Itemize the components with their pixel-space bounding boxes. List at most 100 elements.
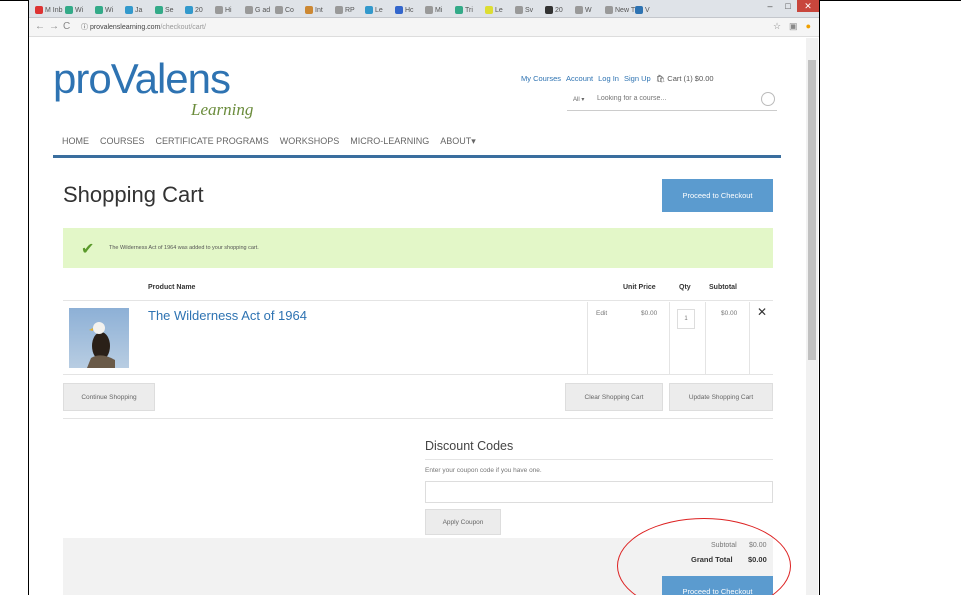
my-courses-link[interactable]: My Courses (521, 74, 561, 83)
coupon-code-input[interactable] (425, 481, 773, 503)
signup-link[interactable]: Sign Up (624, 74, 651, 83)
maximize-button[interactable]: □ (779, 0, 797, 12)
minimize-button[interactable]: – (761, 0, 779, 12)
tab-label: 20 (195, 6, 203, 14)
column-product-name: Product Name (148, 284, 196, 291)
subtotal-value: $0.00 (721, 310, 738, 317)
url-field[interactable]: ⓘ provalenslearning.com/checkout/cart/ (81, 22, 206, 32)
nav-about[interactable]: ABOUT▾ (440, 136, 476, 147)
browser-tab[interactable]: 20 (185, 3, 203, 17)
browser-tab[interactable]: M Inb (35, 3, 63, 17)
nav-micro-learning[interactable]: MICRO-LEARNING (350, 136, 429, 147)
browser-tab[interactable]: Wi (95, 3, 113, 17)
browser-tab[interactable]: Co (275, 3, 294, 17)
nav-courses[interactable]: COURSES (100, 136, 145, 147)
table-column-divider (749, 302, 750, 374)
close-window-button[interactable]: ✕ (797, 0, 819, 12)
browser-tab[interactable]: V (635, 3, 650, 17)
tab-label: V (645, 6, 650, 14)
tab-favicon-icon (125, 6, 133, 14)
search-input[interactable] (595, 94, 749, 103)
browser-tab[interactable]: Hc (395, 3, 414, 17)
browser-tab[interactable]: Sv (515, 3, 533, 17)
back-arrow-icon[interactable]: ← (35, 21, 45, 32)
update-shopping-cart-button[interactable]: Update Shopping Cart (669, 383, 773, 411)
tab-favicon-icon (605, 6, 613, 14)
tab-favicon-icon (545, 6, 553, 14)
browser-tab[interactable]: Ja (125, 3, 142, 17)
browser-tab[interactable]: RP (335, 3, 355, 17)
discount-rule (425, 459, 773, 460)
browser-tab[interactable]: Mi (425, 3, 442, 17)
checkmark-icon: ✔ (81, 241, 95, 258)
browser-tab[interactable]: New T (605, 3, 635, 17)
url-domain: provalenslearning.com (89, 24, 161, 31)
search-filter-label: All (573, 97, 580, 103)
tab-favicon-icon (245, 6, 253, 14)
browser-tab[interactable]: W (575, 3, 592, 17)
extension-icon[interactable]: ▣ (789, 21, 798, 32)
account-link[interactable]: Account (566, 74, 593, 83)
tab-strip: M Inb Wi Wi Ja Se 20 Hi G ad Co Int RP Le Hc Mi Tri Le S… (29, 0, 819, 18)
cart-label: Cart (1) $0.00 (667, 74, 714, 83)
browser-tab[interactable]: G ad (245, 3, 270, 17)
tab-label: Mi (435, 6, 443, 14)
forward-arrow-icon[interactable]: → (49, 21, 59, 32)
address-bar: ← → C ⓘ provalenslearning.com/checkout/c… (29, 18, 819, 37)
browser-tab[interactable]: 20 (545, 3, 563, 17)
bookmark-star-icon[interactable]: ☆ (773, 21, 781, 32)
tab-favicon-icon (455, 6, 463, 14)
table-header-rule (63, 300, 773, 301)
product-image-eagle[interactable] (69, 308, 129, 368)
table-column-divider (705, 302, 706, 374)
table-column-divider (587, 302, 588, 374)
site-logo-subtitle: Learning (191, 100, 254, 119)
browser-tab[interactable]: Hi (215, 3, 232, 17)
browser-tab[interactable]: Le (365, 3, 383, 17)
edit-item-link[interactable]: Edit (596, 310, 607, 317)
red-annotation-circle (617, 518, 791, 595)
quantity-input[interactable]: 1 (677, 309, 695, 329)
tab-favicon-icon (515, 6, 523, 14)
column-unit-price: Unit Price (623, 284, 656, 291)
continue-shopping-button[interactable]: Continue Shopping (63, 383, 155, 411)
nav-certificate-programs[interactable]: CERTIFICATE PROGRAMS (156, 136, 269, 147)
search-icon[interactable] (761, 92, 775, 106)
tab-favicon-icon (95, 6, 103, 14)
course-search: All ▾ (567, 92, 777, 111)
discount-codes-title: Discount Codes (425, 439, 514, 453)
tab-label: Ja (135, 6, 143, 14)
extension-warning-icon[interactable]: ● (806, 21, 811, 32)
success-notice: ✔ The Wilderness Act of 1964 was added t… (63, 228, 773, 268)
nav-workshops[interactable]: WORKSHOPS (280, 136, 340, 147)
login-link[interactable]: Log In (598, 74, 619, 83)
scrollbar-thumb[interactable] (808, 60, 816, 360)
proceed-to-checkout-button-top[interactable]: Proceed to Checkout (662, 179, 773, 212)
browser-tab[interactable]: Tri (455, 3, 473, 17)
browser-tab[interactable]: Se (155, 3, 174, 17)
column-qty: Qty (679, 284, 691, 291)
tab-label: RP (345, 6, 355, 14)
tab-favicon-icon (365, 6, 373, 14)
tab-label: Hi (225, 6, 232, 14)
product-name-link[interactable]: The Wilderness Act of 1964 (148, 308, 307, 323)
reload-icon[interactable]: C (63, 21, 70, 32)
clear-shopping-cart-button[interactable]: Clear Shopping Cart (565, 383, 663, 411)
remove-item-icon[interactable]: ✕ (757, 305, 767, 319)
column-subtotal: Subtotal (709, 284, 737, 291)
tab-favicon-icon (635, 6, 643, 14)
search-filter-dropdown[interactable]: All ▾ (573, 96, 584, 103)
site-logo[interactable]: proValens (53, 58, 231, 100)
info-icon: ⓘ (81, 24, 90, 31)
url-path: /checkout/cart/ (160, 24, 206, 31)
browser-tab[interactable]: Le (485, 3, 503, 17)
tab-label: M Inb (45, 6, 63, 14)
cart-link[interactable]: 🛍 Cart (1) $0.00 (656, 74, 714, 83)
browser-tab[interactable]: Wi (65, 3, 83, 17)
tab-favicon-icon (395, 6, 403, 14)
apply-coupon-button[interactable]: Apply Coupon (425, 509, 501, 535)
browser-tab[interactable]: Int (305, 3, 323, 17)
tab-label: 20 (555, 6, 563, 14)
nav-home[interactable]: HOME (62, 136, 89, 147)
tab-label: Wi (75, 6, 84, 14)
